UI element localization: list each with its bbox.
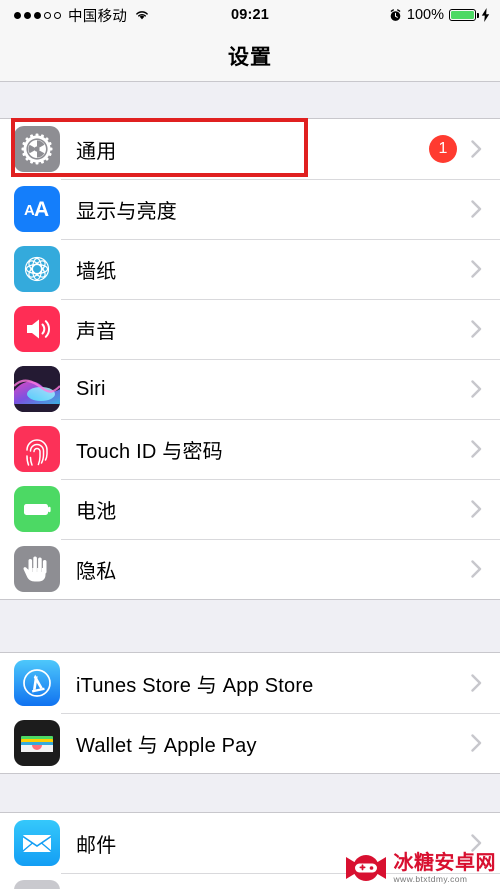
svg-text:A: A	[34, 198, 49, 221]
settings-row-label: Touch ID 与密码	[76, 440, 223, 463]
hand-icon	[14, 546, 60, 592]
alarm-clock-icon	[390, 8, 401, 21]
iphone-settings-screen: 中国移动 09:21 100% 设置 通用 1 A A 显示与亮度 墙纸 声音 …	[0, 0, 500, 889]
chevron-right-icon	[471, 200, 482, 218]
row-accessory: 1	[429, 135, 482, 163]
settings-row-battery[interactable]: 电池	[0, 479, 500, 539]
row-accessory	[471, 674, 482, 692]
row-accessory	[471, 380, 482, 398]
chevron-right-icon	[471, 560, 482, 578]
chevron-right-icon	[471, 140, 482, 158]
settings-row-label: 墙纸	[76, 260, 117, 283]
status-bar: 中国移动 09:21 100%	[0, 0, 500, 30]
wallpaper-icon	[14, 246, 60, 292]
chevron-right-icon	[471, 260, 482, 278]
watermark-text: 冰糖安卓网 www.btxtdmy.com	[394, 852, 497, 884]
battery-icon	[14, 486, 60, 532]
chevron-right-icon	[471, 380, 482, 398]
mail-icon	[14, 820, 60, 866]
battery-percent-label: 100%	[406, 7, 444, 23]
settings-row-label: 通用	[76, 140, 117, 163]
chevron-right-icon	[471, 674, 482, 692]
settings-row-label: 电池	[76, 500, 117, 523]
settings-row-touch-id-passcode[interactable]: Touch ID 与密码	[0, 419, 500, 479]
row-accessory	[471, 734, 482, 752]
contacts-icon	[14, 880, 60, 889]
settings-row-privacy[interactable]: 隐私	[0, 539, 500, 599]
chevron-right-icon	[471, 440, 482, 458]
settings-row-label: 声音	[76, 320, 117, 343]
settings-group-general: 通用 1 A A 显示与亮度 墙纸 声音 Siri Touch ID 与密码 电…	[0, 118, 500, 600]
settings-row-label: 隐私	[76, 560, 117, 583]
settings-row-display-brightness[interactable]: A A 显示与亮度	[0, 179, 500, 239]
settings-row-label: 显示与亮度	[76, 200, 177, 223]
settings-row-itunes-app-store[interactable]: iTunes Store 与 App Store	[0, 653, 500, 713]
settings-row-label: Wallet 与 Apple Pay	[76, 734, 257, 757]
row-accessory	[471, 200, 482, 218]
row-accessory	[471, 440, 482, 458]
page-title: 设置	[228, 45, 272, 69]
watermark-url: www.btxtdmy.com	[393, 874, 468, 885]
chevron-right-icon	[471, 500, 482, 518]
settings-row-label: 邮件	[76, 834, 117, 857]
battery-icon	[449, 8, 479, 22]
chevron-right-icon	[471, 734, 482, 752]
settings-group-stores: iTunes Store 与 App Store Wallet 与 Apple …	[0, 652, 500, 774]
row-accessory	[471, 320, 482, 338]
row-accessory	[471, 500, 482, 518]
group-gap-top	[0, 82, 500, 118]
settings-row-wallet-apple-pay[interactable]: Wallet 与 Apple Pay	[0, 713, 500, 773]
watermark-site-name: 冰糖安卓网	[393, 850, 496, 875]
status-badge: 1	[429, 135, 457, 163]
settings-row-label: Siri	[76, 377, 106, 400]
wallet-icon	[14, 720, 60, 766]
row-accessory	[471, 260, 482, 278]
group-gap-mail	[0, 774, 500, 812]
row-accessory	[471, 560, 482, 578]
settings-row-siri[interactable]: Siri	[0, 359, 500, 419]
group-gap-stores	[0, 600, 500, 652]
gamepad-logo-icon	[345, 855, 386, 881]
navigation-bar: 设置	[0, 30, 500, 82]
chevron-right-icon	[471, 320, 482, 338]
settings-row-wallpaper[interactable]: 墙纸	[0, 239, 500, 299]
app-store-icon	[14, 660, 60, 706]
speaker-icon	[14, 306, 60, 352]
status-bar-right: 100%	[389, 7, 490, 23]
text-size-icon: A A	[14, 186, 60, 232]
settings-row-sounds[interactable]: 声音	[0, 299, 500, 359]
gear-icon	[14, 126, 60, 172]
settings-list-scroll[interactable]: 通用 1 A A 显示与亮度 墙纸 声音 Siri Touch ID 与密码 电…	[0, 82, 500, 889]
settings-row-label: iTunes Store 与 App Store	[76, 674, 314, 697]
settings-row-general[interactable]: 通用 1	[0, 119, 500, 179]
site-watermark: 冰糖安卓网 www.btxtdmy.com	[342, 851, 497, 885]
charging-bolt-icon	[481, 8, 490, 22]
siri-icon	[14, 366, 60, 412]
fingerprint-icon	[14, 426, 60, 472]
